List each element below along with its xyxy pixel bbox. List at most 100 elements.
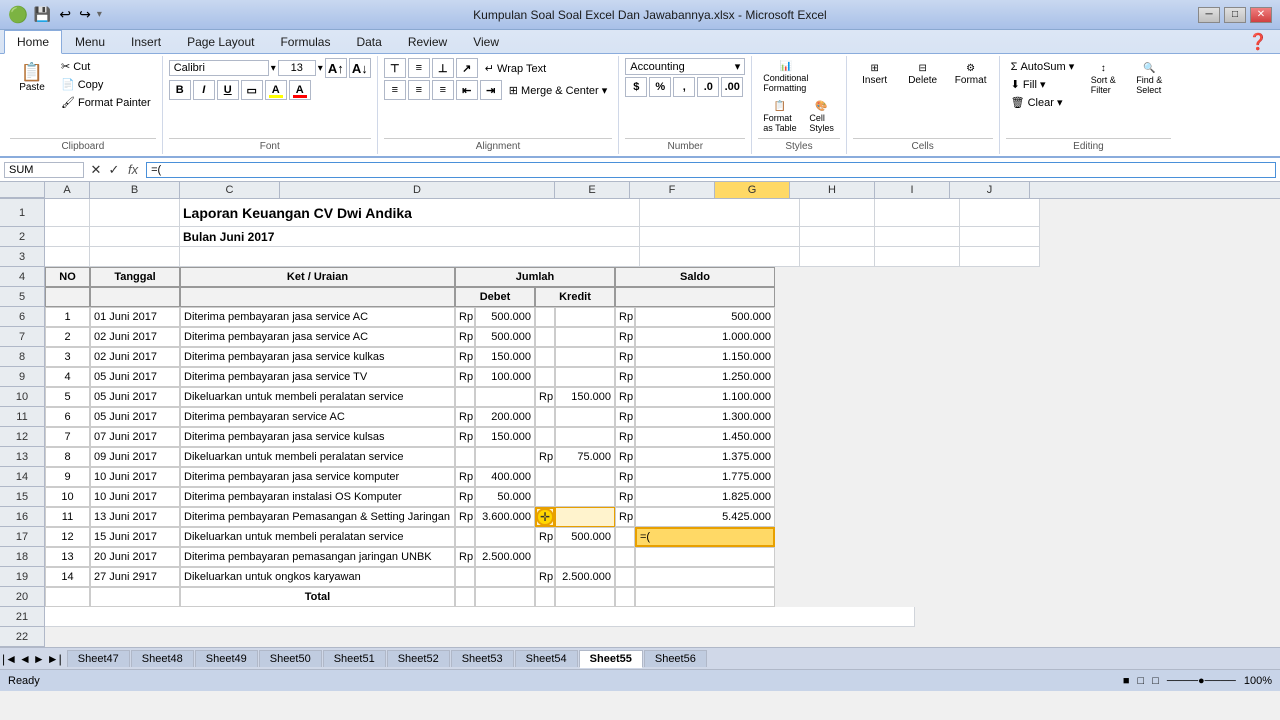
row-num-11[interactable]: 11 xyxy=(0,407,45,427)
tab-sheet54[interactable]: Sheet54 xyxy=(515,650,578,667)
tab-insert[interactable]: Insert xyxy=(118,30,174,53)
cell-saldo-rp-1[interactable]: Rp xyxy=(615,307,635,327)
cell-kredit-val-3[interactable] xyxy=(555,347,615,367)
cell-saldo-rp-6[interactable]: Rp xyxy=(615,407,635,427)
cell-saldo-rp-2[interactable]: Rp xyxy=(615,327,635,347)
decrease-font-btn[interactable]: A↓ xyxy=(349,58,371,78)
cell-ket-2[interactable]: Diterima pembayaran jasa service AC xyxy=(180,327,455,347)
row-num-4[interactable]: 4 xyxy=(0,267,45,287)
cell-saldo-rp-11[interactable]: Rp xyxy=(615,507,635,527)
row-num-20[interactable]: 20 xyxy=(0,587,45,607)
cell-saldo-rp-5[interactable]: Rp xyxy=(615,387,635,407)
cell-total-g[interactable] xyxy=(555,587,615,607)
conditional-formatting-button[interactable]: 📊 ConditionalFormatting xyxy=(758,58,813,96)
cell-date-7[interactable]: 07 Juni 2017 xyxy=(90,427,180,447)
cell-ket-14[interactable]: Dikeluarkan untuk ongkos karyawan xyxy=(180,567,455,587)
fill-button[interactable]: ⬇ Fill ▾ xyxy=(1006,76,1080,93)
cell-g2[interactable] xyxy=(800,227,875,247)
cell-c2-subtitle[interactable]: Bulan Juni 2017 xyxy=(180,227,640,247)
cell-f3[interactable] xyxy=(640,247,800,267)
cell-debet-val-2[interactable]: 500.000 xyxy=(475,327,535,347)
cell-kredit-rp-4[interactable] xyxy=(535,367,555,387)
cell-kredit-rp-14[interactable]: Rp xyxy=(535,567,555,587)
cell-kredit-rp-9[interactable] xyxy=(535,467,555,487)
cell-debet-val-11[interactable]: 3.600.000 xyxy=(475,507,535,527)
tab-sheet47[interactable]: Sheet47 xyxy=(67,650,130,667)
cell-debet-rp-10[interactable]: Rp xyxy=(455,487,475,507)
minimize-button[interactable]: ─ xyxy=(1198,7,1220,23)
cell-b1[interactable] xyxy=(90,199,180,227)
cell-kredit-val-14[interactable]: 2.500.000 xyxy=(555,567,615,587)
cell-i1[interactable] xyxy=(960,199,1040,227)
insert-button[interactable]: ⊞ Insert xyxy=(853,58,897,91)
cell-kredit-val-13[interactable] xyxy=(555,547,615,567)
cell-h3[interactable] xyxy=(875,247,960,267)
cell-total-b[interactable] xyxy=(90,587,180,607)
tab-review[interactable]: Review xyxy=(395,30,460,53)
font-size-input[interactable]: 13 xyxy=(278,60,316,76)
cell-date-10[interactable]: 10 Juni 2017 xyxy=(90,487,180,507)
cell-saldo-val-8[interactable]: 1.375.000 xyxy=(635,447,775,467)
cell-ket-5[interactable]: Dikeluarkan untuk membeli peralatan serv… xyxy=(180,387,455,407)
row-num-14[interactable]: 14 xyxy=(0,467,45,487)
cell-kredit-rp-13[interactable] xyxy=(535,547,555,567)
row-num-10[interactable]: 10 xyxy=(0,387,45,407)
cell-kredit-val-7[interactable] xyxy=(555,427,615,447)
wrap-text-button[interactable]: ↵ Wrap Text xyxy=(480,58,551,78)
row-num-5[interactable]: 5 xyxy=(0,287,45,307)
cancel-formula-button[interactable]: ✕ xyxy=(88,162,104,178)
cell-no-4[interactable]: 4 xyxy=(45,367,90,387)
cell-kredit-rp-5[interactable]: Rp xyxy=(535,387,555,407)
comma-button[interactable]: , xyxy=(673,77,695,97)
cell-f1[interactable] xyxy=(640,199,800,227)
tab-nav-buttons[interactable]: |◄ ◄ ► ►| xyxy=(2,652,62,666)
cell-c1-title[interactable]: Laporan Keuangan CV Dwi Andika xyxy=(180,199,640,227)
cell-no-7[interactable]: 7 xyxy=(45,427,90,447)
tab-sheet53[interactable]: Sheet53 xyxy=(451,650,514,667)
cell-kredit-val-1[interactable] xyxy=(555,307,615,327)
cell-kredit-val-8[interactable]: 75.000 xyxy=(555,447,615,467)
cell-no-11[interactable]: 11 xyxy=(45,507,90,527)
cell-no-5[interactable]: 5 xyxy=(45,387,90,407)
col-header-j[interactable]: J xyxy=(950,182,1030,198)
cell-saldo-rp-7[interactable]: Rp xyxy=(615,427,635,447)
tab-sheet48[interactable]: Sheet48 xyxy=(131,650,194,667)
cell-no-8[interactable]: 8 xyxy=(45,447,90,467)
cell-debet-val-9[interactable]: 400.000 xyxy=(475,467,535,487)
cell-no-13[interactable]: 13 xyxy=(45,547,90,567)
row-num-18[interactable]: 18 xyxy=(0,547,45,567)
cell-i3[interactable] xyxy=(960,247,1040,267)
cell-date-11[interactable]: 13 Juni 2017 xyxy=(90,507,180,527)
cell-kredit-rp-2[interactable] xyxy=(535,327,555,347)
format-button[interactable]: ⚙ Format xyxy=(949,58,993,91)
font-size-dropdown[interactable]: ▾ xyxy=(318,63,323,74)
cell-ket-10[interactable]: Diterima pembayaran instalasi OS Kompute… xyxy=(180,487,455,507)
cell-debet-rp-1[interactable]: Rp xyxy=(455,307,475,327)
customize-btn[interactable]: ▾ xyxy=(97,9,102,20)
name-box[interactable] xyxy=(4,162,84,178)
number-format-dropdown[interactable]: ▾ xyxy=(735,60,741,73)
cell-date-12[interactable]: 15 Juni 2017 xyxy=(90,527,180,547)
fill-color-button[interactable]: A xyxy=(265,80,287,100)
maximize-button[interactable]: □ xyxy=(1224,7,1246,23)
row-num-21[interactable]: 21 xyxy=(0,607,45,627)
align-left-button[interactable]: ≡ xyxy=(384,80,406,100)
cell-debet-val-4[interactable]: 100.000 xyxy=(475,367,535,387)
italic-button[interactable]: I xyxy=(193,80,215,100)
cell-debet-val-12[interactable] xyxy=(475,527,535,547)
cell-debet-rp-8[interactable] xyxy=(455,447,475,467)
cell-kredit-val-6[interactable] xyxy=(555,407,615,427)
align-right-button[interactable]: ≡ xyxy=(432,80,454,100)
cell-debet-val-1[interactable]: 500.000 xyxy=(475,307,535,327)
cell-ket-9[interactable]: Diterima pembayaran jasa service kompute… xyxy=(180,467,455,487)
cell-kredit-rp-8[interactable]: Rp xyxy=(535,447,555,467)
number-format-selector[interactable]: Accounting ▾ xyxy=(625,58,745,75)
bold-button[interactable]: B xyxy=(169,80,191,100)
formula-input[interactable] xyxy=(146,162,1276,178)
cell-debet-val-7[interactable]: 150.000 xyxy=(475,427,535,447)
tab-formulas[interactable]: Formulas xyxy=(267,30,343,53)
cell-saldo-val-4[interactable]: 1.250.000 xyxy=(635,367,775,387)
header-saldo[interactable]: Saldo xyxy=(615,267,775,287)
cell-saldo-val-2[interactable]: 1.000.000 xyxy=(635,327,775,347)
font-color-button[interactable]: A xyxy=(289,80,311,100)
